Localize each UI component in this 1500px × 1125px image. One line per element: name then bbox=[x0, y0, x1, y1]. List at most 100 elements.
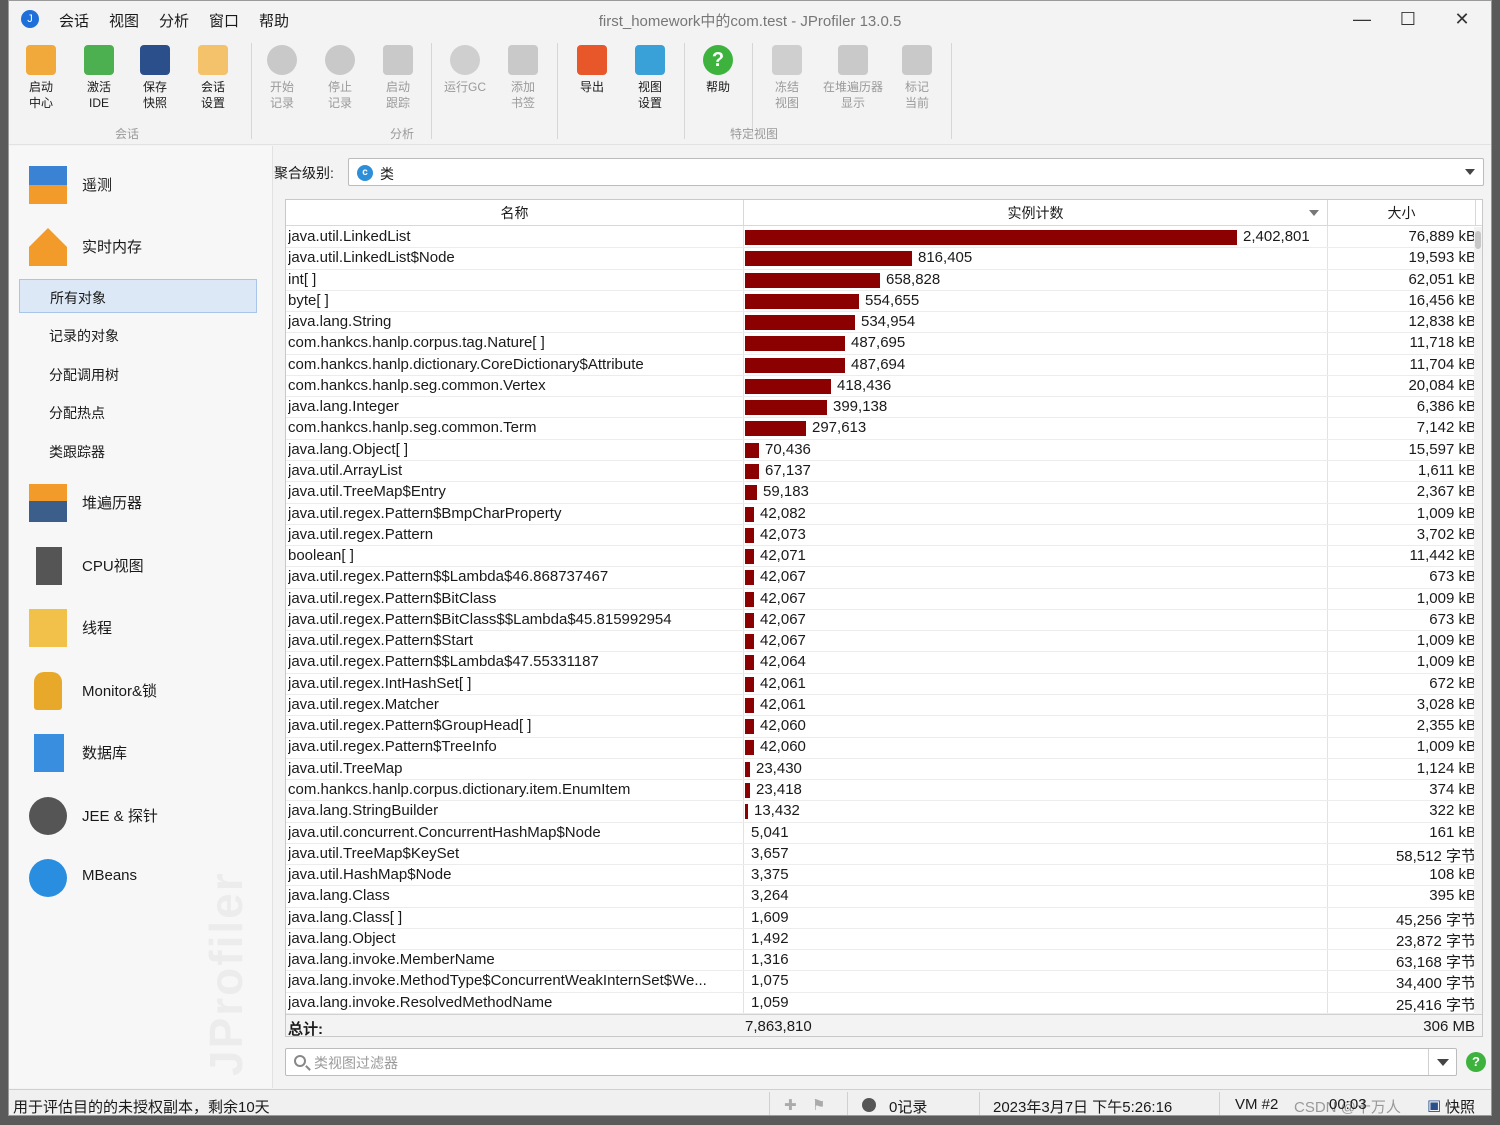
table-row[interactable]: java.util.regex.Pattern$TreeInfo 42,060 1,… bbox=[286, 737, 1476, 759]
table-row[interactable]: int[ ] 658,828 62,051 kB bbox=[286, 270, 1476, 291]
table-row[interactable]: java.lang.Class 3,264 395 kB bbox=[286, 886, 1476, 908]
column-header-name[interactable]: 名称 bbox=[286, 200, 744, 226]
table-row[interactable]: java.util.regex.Pattern$GroupHead[ ] 42,0… bbox=[286, 716, 1476, 738]
table-row[interactable]: java.util.ArrayList 67,137 1,611 kB bbox=[286, 461, 1476, 483]
sidebar-item-heap-walker[interactable]: 堆遍历器 bbox=[9, 478, 272, 526]
size-cell: 395 kB bbox=[1429, 887, 1476, 905]
view-settings-button[interactable]: 视图 设置 bbox=[622, 45, 678, 111]
table-row[interactable]: java.util.regex.Pattern$BmpCharProperty 4… bbox=[286, 504, 1476, 525]
session-settings-button[interactable]: 会话 设置 bbox=[185, 45, 241, 111]
column-header-instance-count[interactable]: 实例计数 bbox=[744, 200, 1328, 226]
threads-icon bbox=[29, 609, 67, 647]
table-row[interactable]: java.util.TreeMap$Entry 59,183 2,367 kB bbox=[286, 482, 1476, 504]
sidebar-item-label: 类跟踪器 bbox=[49, 444, 105, 460]
instance-count-cell: 418,436 bbox=[837, 376, 892, 394]
table-row[interactable]: java.lang.StringBuilder 13,432 322 kB bbox=[286, 801, 1476, 823]
sidebar-item-all-objects[interactable]: 所有对象 bbox=[19, 279, 257, 313]
instance-count-cell: 1,316 bbox=[751, 951, 789, 969]
table-row[interactable]: java.util.TreeMap$KeySet 3,657 58,512 字节 bbox=[286, 844, 1476, 866]
table-row[interactable]: java.util.TreeMap 23,430 1,124 kB bbox=[286, 759, 1476, 781]
save-snapshot-button[interactable]: 保存 快照 bbox=[127, 45, 183, 111]
sidebar-item-databases[interactable]: 数据库 bbox=[9, 728, 272, 776]
sidebar-item-jee-probes[interactable]: JEE & 探针 bbox=[9, 791, 272, 839]
sidebar-item-live-memory[interactable]: 实时内存 bbox=[9, 222, 272, 270]
table-row[interactable]: java.lang.Object[ ] 70,436 15,597 kB bbox=[286, 440, 1476, 461]
class-icon: c bbox=[357, 165, 373, 181]
class-name-cell: int[ ] bbox=[288, 270, 317, 288]
add-bookmark-button[interactable]: 添加 书签 bbox=[495, 45, 551, 111]
filter-input[interactable] bbox=[314, 1053, 1414, 1073]
table-row[interactable]: java.util.LinkedList 2,402,801 76,889 kB bbox=[286, 227, 1476, 249]
table-row[interactable]: java.util.regex.Pattern$BitClass 42,067 1,… bbox=[286, 589, 1476, 610]
instance-count-cell: 554,655 bbox=[865, 291, 920, 309]
sidebar-item-monitors-locks[interactable]: Monitor&锁 bbox=[9, 666, 272, 714]
export-button[interactable]: 导出 bbox=[564, 45, 620, 95]
stop-recording-button[interactable]: 停止 记录 bbox=[312, 45, 368, 111]
help-icon[interactable]: ? bbox=[1466, 1052, 1486, 1072]
minimize-button[interactable]: — bbox=[1339, 5, 1385, 33]
table-row[interactable]: com.hankcs.hanlp.seg.common.Vertex 418,43… bbox=[286, 376, 1476, 398]
start-center-button[interactable]: 启动 中心 bbox=[13, 45, 69, 111]
show-in-heap-walker-button[interactable]: 在堆遍历器 显示 bbox=[817, 45, 889, 111]
table-row[interactable]: java.util.regex.IntHashSet[ ] 42,061 672 k… bbox=[286, 674, 1476, 695]
table-row[interactable]: boolean[ ] 42,071 11,442 kB bbox=[286, 546, 1476, 568]
aggregation-level-select[interactable]: c 类 bbox=[348, 158, 1484, 186]
sidebar-item-telemetry[interactable]: 遥测 bbox=[9, 160, 272, 208]
table-row[interactable]: java.lang.invoke.ResolvedMethodName 1,059… bbox=[286, 993, 1476, 1015]
table-row[interactable]: com.hankcs.hanlp.corpus.dictionary.item.… bbox=[286, 780, 1476, 802]
table-row[interactable]: java.util.concurrent.ConcurrentHashMap$N… bbox=[286, 823, 1476, 844]
activate-ide-label: 激活 IDE bbox=[86, 80, 111, 110]
table-row[interactable]: java.lang.String 534,954 12,838 kB bbox=[286, 312, 1476, 334]
table-row[interactable]: com.hankcs.hanlp.seg.common.Term 297,613 7… bbox=[286, 418, 1476, 440]
sidebar-item-threads[interactable]: 线程 bbox=[9, 603, 272, 651]
table-row[interactable]: java.util.regex.Pattern 42,073 3,702 kB bbox=[286, 525, 1476, 547]
table-row[interactable]: java.lang.Class[ ] 1,609 45,256 字节 bbox=[286, 908, 1476, 929]
instance-count-cell: 2,402,801 bbox=[1243, 228, 1310, 245]
size-cell: 374 kB bbox=[1429, 781, 1476, 799]
sidebar-item-allocation-hot-spots[interactable]: 分配热点 bbox=[19, 395, 257, 429]
size-cell: 2,367 kB bbox=[1416, 483, 1476, 501]
help-button[interactable]: ? 帮助 bbox=[690, 45, 746, 95]
sidebar-item-allocation-call-tree[interactable]: 分配调用树 bbox=[19, 357, 257, 391]
add-bookmark-icon bbox=[508, 45, 538, 75]
table-row[interactable]: com.hankcs.hanlp.dictionary.CoreDictiona… bbox=[286, 355, 1476, 376]
activate-ide-button[interactable]: 激活 IDE bbox=[71, 45, 127, 111]
class-name-cell: java.util.regex.Pattern$$Lambda$47.55331… bbox=[288, 653, 599, 671]
table-row[interactable]: java.util.HashMap$Node 3,375 108 kB bbox=[286, 865, 1476, 887]
table-row[interactable]: java.lang.Object 1,492 23,872 字节 bbox=[286, 929, 1476, 951]
mark-current-button[interactable]: 标记 当前 bbox=[889, 45, 945, 111]
scrollbar-thumb[interactable] bbox=[1475, 231, 1481, 249]
table-row[interactable]: java.util.regex.Pattern$$Lambda$47.55331… bbox=[286, 652, 1476, 674]
table-row[interactable]: java.util.regex.Pattern$$Lambda$46.86873… bbox=[286, 567, 1476, 589]
class-name-cell: java.lang.invoke.MemberName bbox=[288, 951, 495, 969]
start-center-label: 启动 中心 bbox=[28, 80, 53, 110]
table-row[interactable]: java.util.regex.Pattern$BitClass$$Lambda… bbox=[286, 610, 1476, 632]
size-cell: 672 kB bbox=[1429, 674, 1476, 692]
instance-count-bar bbox=[745, 315, 855, 331]
sidebar-item-cpu-views[interactable]: CPU视图 bbox=[9, 541, 272, 589]
class-name-cell: java.util.regex.Matcher bbox=[288, 695, 439, 713]
vertical-scrollbar[interactable] bbox=[1474, 227, 1482, 1017]
telemetry-icon bbox=[29, 166, 67, 204]
table-row[interactable]: byte[ ] 554,655 16,456 kB bbox=[286, 291, 1476, 313]
instance-count-bar bbox=[745, 272, 880, 288]
class-name-cell: java.util.regex.Pattern$Start bbox=[288, 632, 474, 650]
table-row[interactable]: java.util.LinkedList$Node 816,405 19,593 k… bbox=[286, 248, 1476, 270]
sidebar-item-label: 实时内存 bbox=[82, 239, 143, 256]
sidebar-item-recorded-objects[interactable]: 记录的对象 bbox=[19, 318, 257, 352]
table-row[interactable]: java.util.regex.Pattern$Start 42,067 1,009… bbox=[286, 631, 1476, 653]
sidebar-item-class-tracker[interactable]: 类跟踪器 bbox=[19, 434, 257, 468]
column-header-size[interactable]: 大小 bbox=[1328, 200, 1476, 226]
table-row[interactable]: com.hankcs.hanlp.corpus.tag.Nature[ ] 487… bbox=[286, 333, 1476, 355]
table-row[interactable]: java.lang.invoke.MethodType$ConcurrentWe… bbox=[286, 971, 1476, 993]
filter-history-dropdown[interactable] bbox=[1428, 1049, 1456, 1075]
start-tracking-button[interactable]: 启动 跟踪 bbox=[370, 45, 426, 111]
start-recording-button[interactable]: 开始 记录 bbox=[254, 45, 310, 111]
table-row[interactable]: java.util.regex.Matcher 42,061 3,028 kB bbox=[286, 695, 1476, 717]
maximize-button[interactable]: ☐ bbox=[1385, 5, 1431, 33]
close-button[interactable]: ✕ bbox=[1439, 5, 1485, 33]
run-gc-button[interactable]: 运行GC bbox=[437, 45, 493, 95]
freeze-view-button[interactable]: 冻结 视图 bbox=[759, 45, 815, 111]
table-row[interactable]: java.lang.invoke.MemberName 1,316 63,168 字… bbox=[286, 950, 1476, 972]
table-row[interactable]: java.lang.Integer 399,138 6,386 kB bbox=[286, 397, 1476, 419]
